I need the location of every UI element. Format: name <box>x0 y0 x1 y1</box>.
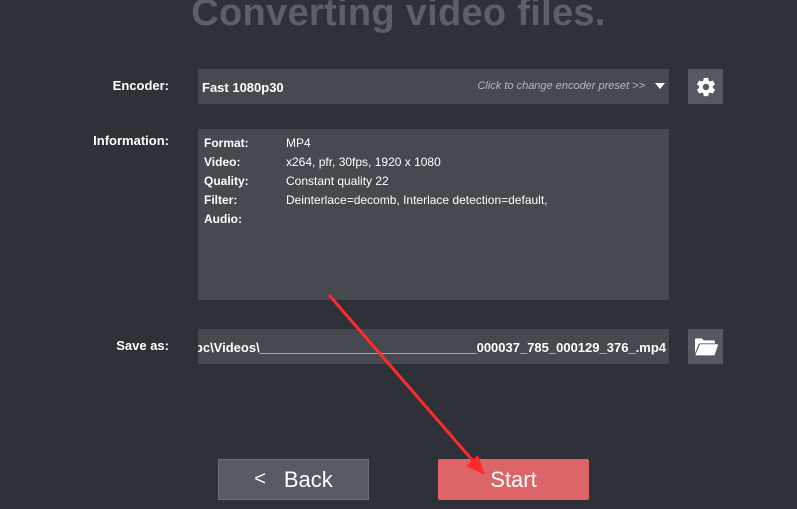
start-button-label: Start <box>490 466 537 492</box>
encoder-label: Encoder: <box>112 78 169 93</box>
back-button[interactable]: < Back <box>218 459 369 500</box>
start-button[interactable]: Start <box>438 459 589 500</box>
gear-icon <box>696 77 715 96</box>
save-as-field[interactable]: s\pc\Videos\____________________________… <box>198 329 669 364</box>
encoder-preset-dropdown[interactable]: Fast 1080p30 Click to change encoder pre… <box>198 69 669 104</box>
browse-folder-button[interactable] <box>688 329 723 364</box>
chevron-down-icon <box>655 83 665 89</box>
info-value: Constant quality 22 <box>286 174 389 188</box>
info-key: Video: <box>204 155 241 169</box>
information-panel: Format: MP4 Video: x264, pfr, 30fps, 192… <box>198 129 669 300</box>
encoder-settings-button[interactable] <box>688 69 723 104</box>
page-title: Converting video files. <box>191 0 606 34</box>
save-as-label: Save as: <box>116 338 169 353</box>
info-key: Filter: <box>204 193 238 207</box>
info-key: Format: <box>204 136 249 150</box>
save-as-path: s\pc\Videos\____________________________… <box>198 340 666 355</box>
info-key: Quality: <box>204 174 249 188</box>
folder-open-icon <box>694 337 718 355</box>
annotation-arrow-line <box>327 294 476 463</box>
info-value: x264, pfr, 30fps, 1920 x 1080 <box>286 155 441 169</box>
chevron-left-icon: < <box>254 468 266 490</box>
info-value: MP4 <box>286 136 311 150</box>
back-button-label: Back <box>283 466 333 492</box>
info-key: Audio: <box>204 212 242 226</box>
info-value: Deinterlace=decomb, Interlace detection=… <box>286 193 548 207</box>
information-label: Information: <box>93 133 169 148</box>
encoder-value: Fast 1080p30 <box>202 80 284 95</box>
encoder-hint: Click to change encoder preset >> <box>477 80 645 92</box>
